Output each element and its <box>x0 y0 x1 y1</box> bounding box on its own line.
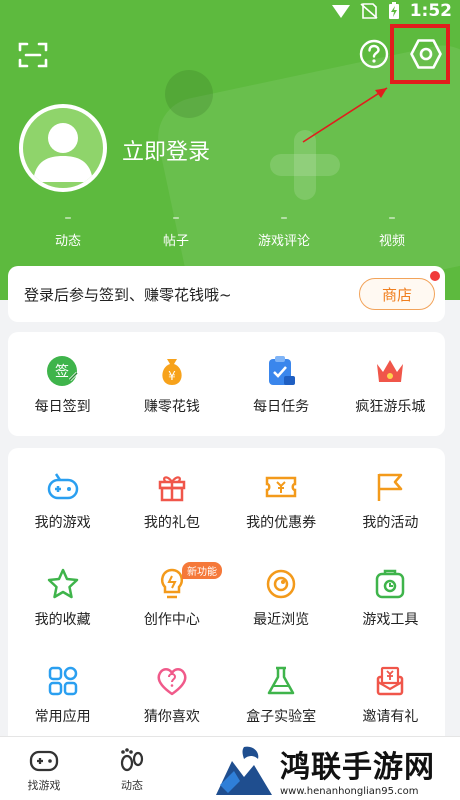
header-decoration-circle <box>165 70 213 118</box>
item-label: 邀请有礼 <box>362 709 419 725</box>
watermark-text: 鸿联手游网 www.henanhonglian95.com <box>280 742 435 797</box>
menu-grid-card: 我的游戏 我的礼包 我的优惠券 我的活动 我的收藏 创作中心 最近浏览 游戏工具… <box>8 448 445 748</box>
notification-dot <box>430 271 440 281</box>
common-apps-item[interactable]: 常用应用 <box>8 642 117 739</box>
flag-icon <box>373 470 407 504</box>
item-label: 我的活动 <box>362 515 419 531</box>
game-tools-item[interactable]: 游戏工具 <box>336 545 445 642</box>
item-label: 最近浏览 <box>253 612 310 628</box>
toolbox-icon <box>373 567 407 601</box>
tab-activity[interactable]: 动态 <box>88 737 176 800</box>
watermark-url: www.henanhonglian95.com <box>280 785 419 797</box>
coupon-icon <box>264 470 298 504</box>
my-favorites-item[interactable]: 我的收藏 <box>8 545 117 642</box>
stat-threads[interactable]: – 帖子 <box>122 210 230 249</box>
item-label: 盒子实验室 <box>246 709 317 725</box>
item-label: 赚零花钱 <box>143 399 200 415</box>
item-label: 我的优惠券 <box>246 515 317 531</box>
apps-icon <box>46 664 80 698</box>
creator-center-item[interactable]: 创作中心 <box>117 545 226 642</box>
site-watermark: 鸿联手游网 www.henanhonglian95.com <box>210 738 460 800</box>
tab-label: 找游戏 <box>27 779 61 792</box>
daily-sign-in-item[interactable]: 签 每日签到 <box>8 332 117 416</box>
new-feature-badge: 新功能 <box>182 562 222 579</box>
stat-value: – <box>64 210 72 226</box>
my-games-item[interactable]: 我的游戏 <box>8 448 117 545</box>
status-bar: 1:52 <box>331 0 452 22</box>
item-label: 每日签到 <box>34 399 91 415</box>
crazy-park-item[interactable]: 疯狂游乐城 <box>336 332 445 416</box>
daily-task-item[interactable]: 每日任务 <box>227 332 336 416</box>
stat-value: – <box>172 210 180 226</box>
svg-text:¥: ¥ <box>168 369 176 383</box>
item-label: 我的礼包 <box>143 515 200 531</box>
promo-text: 登录后参与签到、赚零花钱哦~ <box>24 285 232 304</box>
scan-icon <box>18 42 48 68</box>
item-label: 每日任务 <box>253 399 310 415</box>
eye-icon <box>264 567 298 601</box>
invite-gift-icon <box>373 664 407 698</box>
earn-money-item[interactable]: ¥ 赚零花钱 <box>117 332 226 416</box>
gamepad-tab-icon <box>29 750 59 772</box>
gift-icon <box>155 470 189 504</box>
item-label: 常用应用 <box>34 709 91 725</box>
star-icon <box>46 567 80 601</box>
stat-label: 视频 <box>378 234 405 249</box>
guess-you-like-item[interactable]: 猜你喜欢 <box>117 642 226 739</box>
shop-button[interactable]: 商店 <box>359 271 440 310</box>
help-button[interactable] <box>358 38 390 70</box>
scan-button[interactable] <box>16 40 50 70</box>
sign-in-icon: 签 <box>46 354 80 388</box>
quick-actions-card: 签 每日签到 ¥ 赚零花钱 每日任务 疯狂游乐城 <box>8 332 445 436</box>
box-lab-item[interactable]: 盒子实验室 <box>227 642 336 739</box>
crown-icon <box>373 354 407 388</box>
login-link[interactable]: 立即登录 <box>122 134 210 166</box>
help-icon <box>359 39 389 69</box>
task-clipboard-icon <box>264 354 298 388</box>
heart-question-icon <box>155 664 189 698</box>
item-label: 我的收藏 <box>34 612 91 628</box>
battery-charging-icon <box>388 2 399 19</box>
stats-row: – 动态 – 帖子 – 游戏评论 – 视频 <box>14 210 446 249</box>
stat-value: – <box>388 210 396 226</box>
item-label: 我的游戏 <box>34 515 91 531</box>
flask-icon <box>264 664 298 698</box>
avatar[interactable] <box>19 104 107 192</box>
stat-videos[interactable]: – 视频 <box>338 210 446 249</box>
footprint-icon <box>120 748 144 772</box>
default-avatar-icon <box>33 123 93 182</box>
annotation-arrow <box>302 87 388 143</box>
wifi-icon <box>331 5 350 18</box>
profile-header: 1:52 立即登录 – 动态 – 帖子 – 游戏评论 – 视频 <box>0 0 460 300</box>
annotation-highlight-box <box>390 24 450 84</box>
my-coupons-item[interactable]: 我的优惠券 <box>227 448 336 545</box>
stat-label: 游戏评论 <box>257 234 310 249</box>
stat-label: 动态 <box>54 234 81 249</box>
shop-label: 商店 <box>381 285 412 304</box>
gamepad-icon <box>46 470 80 504</box>
no-sim-icon <box>360 3 378 19</box>
my-activities-item[interactable]: 我的活动 <box>336 448 445 545</box>
item-label: 猜你喜欢 <box>143 709 200 725</box>
stat-game-reviews[interactable]: – 游戏评论 <box>230 210 338 249</box>
svg-text:签: 签 <box>55 363 69 380</box>
money-bag-icon: ¥ <box>155 354 189 388</box>
stat-posts-activity[interactable]: – 动态 <box>14 210 122 249</box>
item-label: 游戏工具 <box>362 612 419 628</box>
watermark-logo <box>216 746 272 795</box>
my-gifts-item[interactable]: 我的礼包 <box>117 448 226 545</box>
status-time: 1:52 <box>409 1 452 21</box>
login-promo-banner[interactable]: 登录后参与签到、赚零花钱哦~ 商店 <box>8 266 445 322</box>
watermark-title: 鸿联手游网 <box>280 749 435 785</box>
stat-value: – <box>280 210 288 226</box>
stat-label: 帖子 <box>162 234 189 249</box>
tab-find-games[interactable]: 找游戏 <box>0 737 88 800</box>
item-label: 创作中心 <box>143 612 200 628</box>
tab-label: 动态 <box>121 779 143 792</box>
item-label: 疯狂游乐城 <box>355 399 426 415</box>
recent-views-item[interactable]: 最近浏览 <box>227 545 336 642</box>
invite-reward-item[interactable]: 邀请有礼 <box>336 642 445 739</box>
